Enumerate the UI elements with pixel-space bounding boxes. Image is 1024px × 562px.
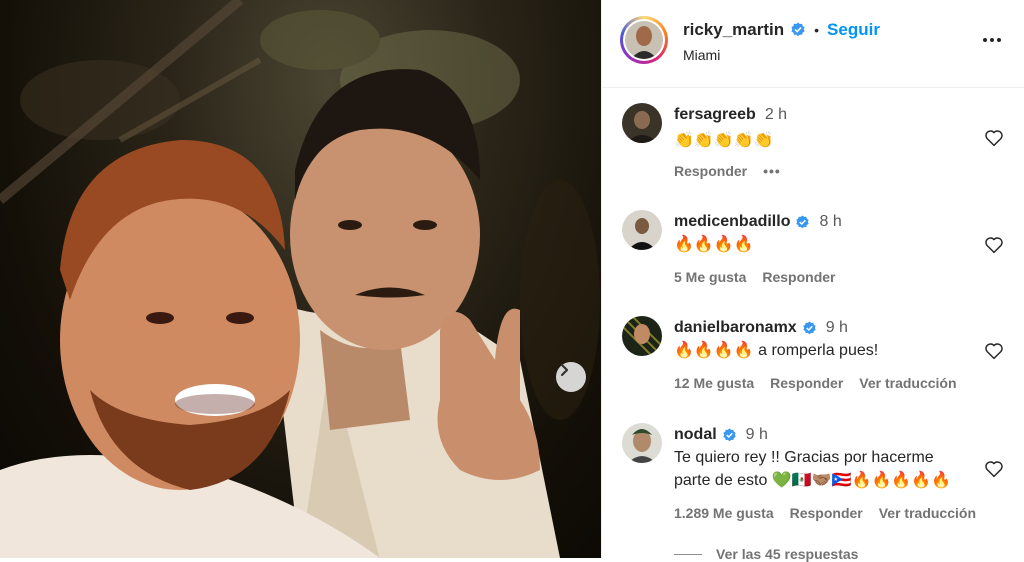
comment-time[interactable]: 9 h bbox=[826, 319, 848, 337]
view-replies-label: Ver las 45 respuestas bbox=[716, 546, 859, 562]
comment-avatar[interactable] bbox=[622, 210, 662, 250]
selfie-photo-illustration bbox=[0, 0, 600, 558]
divider-line bbox=[674, 553, 702, 555]
story-ring[interactable] bbox=[620, 16, 668, 64]
comment-avatar[interactable] bbox=[622, 423, 662, 463]
comment-username-row: fersagreeb 2 h bbox=[674, 106, 787, 124]
follow-button[interactable]: Seguir bbox=[827, 20, 880, 40]
header-line: ricky_martin • Seguir bbox=[683, 20, 880, 40]
heart-icon bbox=[985, 130, 1003, 147]
avatar[interactable] bbox=[625, 21, 663, 59]
comment-username[interactable]: fersagreeb bbox=[674, 106, 756, 124]
reply-button[interactable]: Responder bbox=[762, 269, 835, 285]
verified-badge-icon bbox=[796, 214, 810, 228]
comment-actions: 5 Me gusta Responder bbox=[674, 269, 835, 285]
like-comment-button[interactable] bbox=[984, 342, 1004, 365]
post-header: ricky_martin • Seguir Miami bbox=[602, 0, 1024, 88]
comment-text: Te quiero rey !! Gracias por hacerme par… bbox=[674, 449, 952, 489]
comment-username-row: medicenbadillo 8 h bbox=[674, 213, 842, 231]
comment-text: 🔥🔥🔥🔥 a romperla pues! bbox=[674, 342, 879, 359]
comment-avatar[interactable] bbox=[622, 316, 662, 356]
reply-button[interactable]: Responder bbox=[674, 163, 747, 179]
heart-icon bbox=[985, 343, 1003, 360]
like-comment-button[interactable] bbox=[984, 129, 1004, 152]
post-photo[interactable] bbox=[0, 0, 601, 558]
instagram-post: ricky_martin • Seguir Miami fersagreeb 2… bbox=[0, 0, 1024, 562]
next-photo-button[interactable] bbox=[556, 362, 586, 392]
comment-username[interactable]: nodal bbox=[674, 426, 717, 444]
comment-text: 👏👏👏👏👏 bbox=[674, 132, 774, 149]
more-options-button[interactable] bbox=[982, 30, 1002, 48]
likes-count[interactable]: 1.289 Me gusta bbox=[674, 505, 774, 521]
comment-username-row: danielbaronamx 9 h bbox=[674, 319, 848, 337]
comment-actions: 12 Me gusta Responder Ver traducción bbox=[674, 375, 957, 391]
more-horizontal-icon bbox=[983, 38, 1001, 42]
comment-text: 🔥🔥🔥🔥 bbox=[674, 236, 754, 253]
location-link[interactable]: Miami bbox=[683, 47, 720, 63]
reply-button[interactable]: Responder bbox=[770, 375, 843, 391]
comment-username-row: nodal 9 h bbox=[674, 426, 768, 444]
see-translation-button[interactable]: Ver traducción bbox=[879, 505, 976, 521]
comment-actions: Responder ••• bbox=[674, 163, 781, 179]
post-sidebar: ricky_martin • Seguir Miami fersagreeb 2… bbox=[601, 0, 1024, 562]
comment-time[interactable]: 9 h bbox=[746, 426, 768, 444]
comment-more-button[interactable]: ••• bbox=[763, 163, 781, 179]
like-comment-button[interactable] bbox=[984, 236, 1004, 259]
heart-icon bbox=[985, 461, 1003, 478]
comment-actions: 1.289 Me gusta Responder Ver traducción bbox=[674, 505, 976, 521]
comment-username[interactable]: danielbaronamx bbox=[674, 319, 797, 337]
reply-button[interactable]: Responder bbox=[790, 505, 863, 521]
view-replies-button[interactable]: Ver las 45 respuestas bbox=[674, 546, 858, 562]
verified-badge-icon bbox=[791, 22, 805, 37]
username-link[interactable]: ricky_martin bbox=[683, 20, 784, 40]
see-translation-button[interactable]: Ver traducción bbox=[859, 375, 956, 391]
comment-username[interactable]: medicenbadillo bbox=[674, 213, 790, 231]
separator-dot: • bbox=[814, 22, 820, 38]
verified-badge-icon bbox=[722, 427, 736, 441]
chevron-right-icon bbox=[560, 363, 569, 377]
like-comment-button[interactable] bbox=[984, 460, 1004, 483]
comment-time[interactable]: 2 h bbox=[765, 106, 787, 124]
comment-time[interactable]: 8 h bbox=[819, 213, 841, 231]
comment-avatar[interactable] bbox=[622, 103, 662, 143]
likes-count[interactable]: 12 Me gusta bbox=[674, 375, 754, 391]
verified-badge-icon bbox=[803, 320, 816, 334]
heart-icon bbox=[985, 237, 1003, 254]
likes-count[interactable]: 5 Me gusta bbox=[674, 269, 746, 285]
